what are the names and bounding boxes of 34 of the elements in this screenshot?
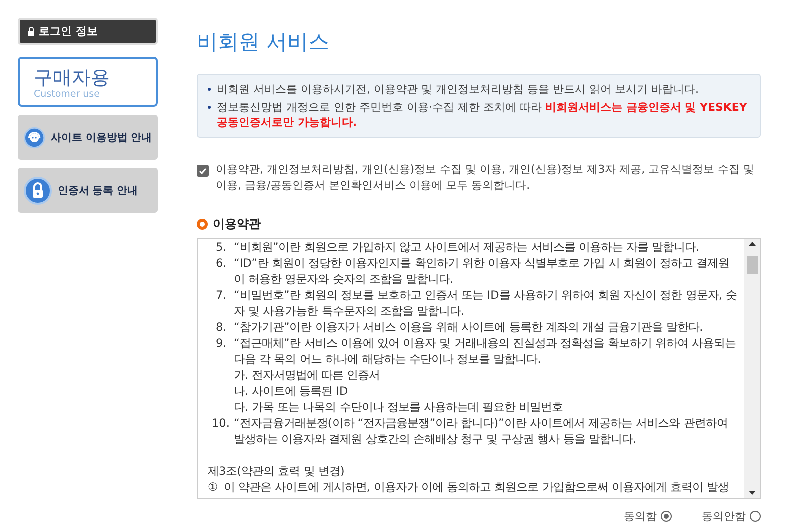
list-number: 5.	[216, 240, 228, 256]
list-number: 6.	[216, 256, 228, 272]
terms-text: 전자서명법에 따른 인증서	[252, 368, 380, 384]
notice-text: 비회원 서비스를 이용하시기전, 이용약관 및 개인정보처리방침 등을 반드시 읽어 보시기 바랍니다.	[217, 82, 699, 97]
terms-text: “참가기관”이란 이용자가 서비스 이용을 위해 사이트에 등록한 계좌의 개설 금융기관을 말한다.	[234, 320, 704, 336]
list-number: 7.	[216, 288, 228, 304]
list-number: 9.	[216, 336, 228, 352]
terms-text: “비밀번호”란 회원의 정보를 보호하고 인증서 또는 ID를 사용하기 위하여 회원 자신이 정한 영문자, 숫자 및 사용가능한 특수문자의 조합을 말합니다.	[234, 288, 738, 320]
list-number: 나.	[234, 384, 250, 400]
list-number: 8.	[216, 320, 228, 336]
radio-label: 동의함	[624, 509, 657, 524]
page-title: 비회원 서비스	[197, 29, 331, 56]
notice-text: 정보통신망법 개정으로 인한 주민번호 이용·수집 제한 조치에 따라 비회원서비스는 금융인증서 및 YESKEY 공동인증서로만 가능합니다.	[217, 100, 748, 130]
terms-text: “비회원”이란 회원으로 가입하지 않고 사이트에서 제공하는 서비스를 이용하는 자를 말합니다.	[234, 240, 700, 256]
section-heading: 이용약관	[213, 216, 261, 233]
login-info-button[interactable]: 로그인 정보	[18, 18, 158, 45]
list-number: ①	[208, 480, 220, 496]
sidebar-menu-button[interactable]: 인증서 등록 안내	[18, 168, 158, 213]
terms-text: “전자금융거래분쟁(이하 “전자금융분쟁”이라 합니다)”이란 사이트에서 제공하는 서비스와 관련하여 발생하는 이용자와 결제원 상호간의 손해배상 청구 및 구상권 행사 등을 말합니다.	[234, 416, 729, 448]
user-type-subtitle: Customer use	[34, 89, 101, 100]
sidebar-menu-button[interactable]: 사이트 이용방법 안내	[18, 115, 158, 160]
terms-text: 가목 또는 나목의 수단이나 정보를 사용하는데 필요한 비밀번호	[252, 400, 564, 416]
radio-label: 동의안함	[702, 509, 746, 524]
article-heading: 제3조(약관의 효력 및 변경)	[208, 464, 345, 480]
terms-text: 사이트에 등록된 ID	[252, 384, 348, 400]
user-type-title: 구매자용	[34, 67, 111, 89]
customer-use-card[interactable]: 구매자용 Customer use	[18, 57, 158, 107]
terms-text: 이 약관은 사이트에 게시하면, 이용자가 이에 동의하고 회원으로 가입함으로써 이용자에게 효력이 발생	[224, 480, 730, 496]
terms-text: “ID”란 회원이 정당한 이용자인지를 확인하기 위한 이용자 식별부호로 가입 시 회원이 정하고 결제원이 허용한 영문자와 숫자의 조합을 말합니다.	[234, 256, 731, 288]
agree-all-label: 이용약관, 개인정보처리방침, 개인(신용)정보 수집 및 이용, 개인(신용)정보 제3자 제공, 고유식별정보 수집 및 이용, 금융/공동인증서 본인확인서비스 이용에 모두 동의합니다.	[216, 162, 756, 194]
list-number: 가.	[234, 368, 250, 384]
list-number: 다.	[234, 400, 250, 416]
terms-text: “접근매체”란 서비스 이용에 있어 이용자 및 거래내용의 진실성과 정확성을 확보하기 위하여 사용되는 다음 각 목의 어느 하나에 해당하는 수단이나 정보를 말합니다.	[234, 336, 738, 368]
list-number: 10.	[212, 416, 231, 432]
